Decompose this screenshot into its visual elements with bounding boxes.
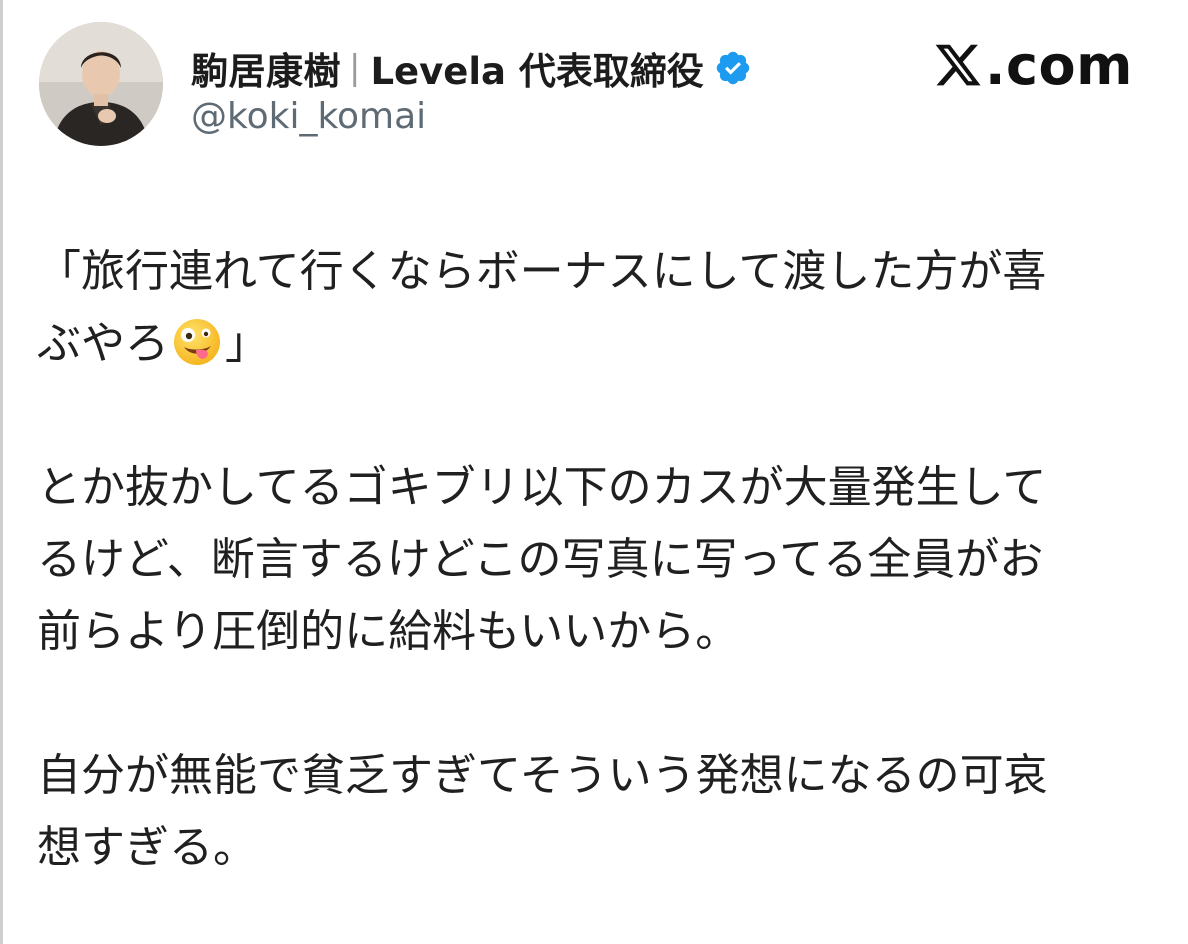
closing-quote: 」 xyxy=(225,318,269,369)
body-line-text: ぶやろ xyxy=(37,318,169,369)
brand-domain: .com xyxy=(985,34,1133,97)
avatar[interactable] xyxy=(39,22,163,146)
body-line: 前らより圧倒的に給料もいいから。 xyxy=(37,606,740,657)
avatar-portrait-icon xyxy=(39,22,163,146)
author-display-name[interactable]: 駒居康樹 xyxy=(191,41,341,95)
source-brand: .com xyxy=(933,34,1133,103)
x-logo-icon xyxy=(933,40,983,103)
author-handle[interactable]: @koki_komai xyxy=(191,96,426,137)
body-line-with-emoji: ぶやろ 」 xyxy=(37,308,1155,380)
name-separator: | xyxy=(349,48,361,88)
zany-face-emoji-icon xyxy=(171,316,223,368)
body-line: 「旅行連れて行くならボーナスにして渡した方が喜 xyxy=(37,246,1047,297)
body-line: 自分が無能で貧乏すぎてそういう発想になるの可哀 xyxy=(37,750,1048,801)
post-body: 「旅行連れて行くならボーナスにして渡した方が喜 ぶやろ 」 とか抜かしてるゴキブ… xyxy=(37,236,1155,884)
verified-badge-icon xyxy=(714,49,752,87)
screenshot-frame: 駒居康樹 | Levela 代表取締役 @koki_komai .com 「旅行… xyxy=(0,0,1188,944)
author-name-row: 駒居康樹 | Levela 代表取締役 xyxy=(191,40,752,96)
body-line: るけど、断言するけどこの写真に写ってる全員がお xyxy=(37,534,1044,585)
body-line: とか抜かしてるゴキブリ以下のカスが大量発生して xyxy=(37,462,1047,513)
author-title: Levela 代表取締役 xyxy=(370,50,704,93)
body-line: 想すぎる。 xyxy=(37,822,257,873)
